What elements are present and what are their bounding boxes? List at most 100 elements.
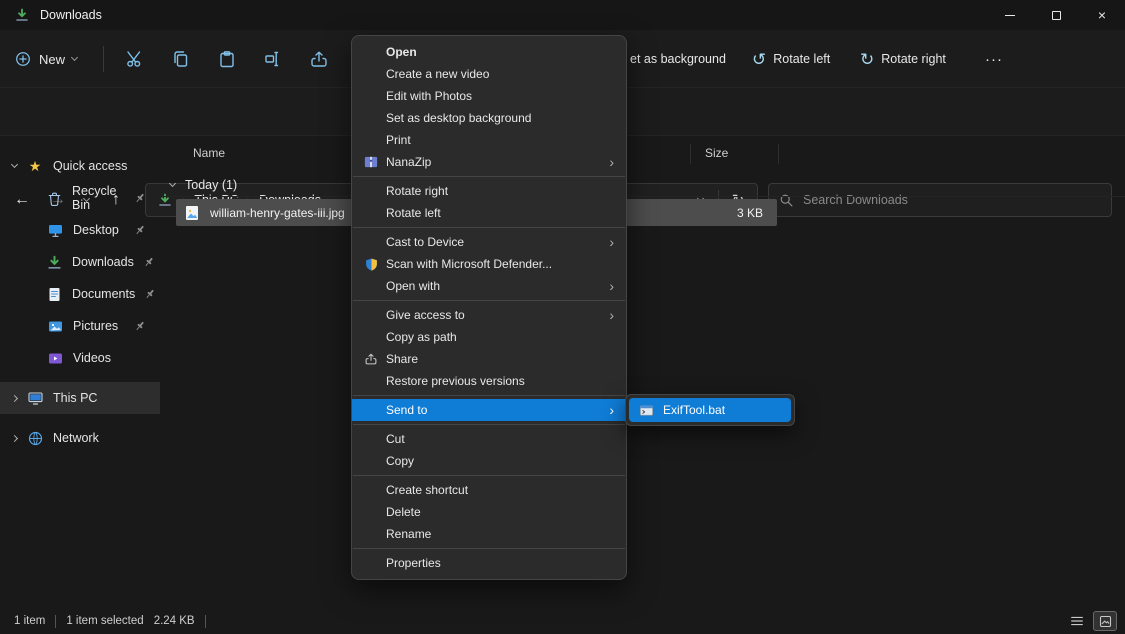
menu-item-label: Rename	[386, 527, 431, 541]
menu-separator	[353, 227, 625, 228]
menu-item-restore-previous-versions[interactable]: Restore previous versions	[352, 370, 626, 392]
sidebar-item-this-pc[interactable]: This PC	[0, 382, 160, 414]
item-count: 1 item	[14, 615, 45, 627]
nanazip-icon	[362, 154, 380, 170]
copy-button[interactable]	[158, 39, 204, 79]
sidebar-item-label: Recycle Bin	[72, 184, 125, 212]
menu-item-rotate-right[interactable]: Rotate right	[352, 180, 626, 202]
minimize-button[interactable]	[987, 0, 1033, 30]
pin-icon	[134, 192, 146, 204]
rotate-left-button[interactable]: ↺ Rotate left	[752, 30, 830, 88]
menu-item-properties[interactable]: Properties	[352, 552, 626, 574]
menu-item-label: Rotate left	[386, 206, 441, 220]
group-label: Today (1)	[185, 178, 237, 192]
rotate-left-label: Rotate left	[773, 52, 830, 66]
rotate-right-icon: ↻	[860, 51, 874, 68]
menu-item-label: Restore previous versions	[386, 374, 525, 388]
menu-item-label: Send to	[386, 403, 427, 417]
menu-item-edit-with-photos[interactable]: Edit with Photos	[352, 85, 626, 107]
rotate-right-button[interactable]: ↻ Rotate right	[860, 30, 946, 88]
maximize-button[interactable]	[1033, 0, 1079, 30]
pin-icon	[134, 224, 146, 236]
set-as-background-label: et as background	[630, 52, 726, 66]
menu-item-cast-to-device[interactable]: Cast to Device ›	[352, 231, 626, 253]
sidebar-item-desktop[interactable]: Desktop	[0, 214, 160, 246]
submenu-arrow-icon: ›	[609, 279, 614, 293]
column-divider[interactable]	[690, 144, 691, 164]
paste-icon	[217, 49, 237, 69]
toolbar-icon-group	[112, 30, 342, 88]
cut-button[interactable]	[112, 39, 158, 79]
search-box[interactable]	[768, 183, 1112, 217]
share-button[interactable]	[296, 39, 342, 79]
menu-item-create-a-new-video[interactable]: Create a new video	[352, 63, 626, 85]
toolbar-divider	[103, 46, 104, 72]
this-pc-icon	[26, 390, 44, 407]
menu-item-send-to[interactable]: Send to ›	[352, 399, 626, 421]
file-size: 3 KB	[737, 206, 763, 220]
star-icon: ★	[26, 159, 44, 173]
downloads-icon	[46, 254, 63, 271]
network-icon	[26, 430, 44, 447]
menu-item-share[interactable]: Share	[352, 348, 626, 370]
sidebar-item-videos[interactable]: Videos	[0, 342, 160, 374]
details-view-icon	[1069, 613, 1085, 629]
sidebar-item-recycle-bin[interactable]: Recycle Bin	[0, 182, 160, 214]
sidebar-item-documents[interactable]: Documents	[0, 278, 160, 310]
sidebar-item-quick-access[interactable]: ★ Quick access	[0, 150, 160, 182]
submenu-item-exiftool[interactable]: ExifTool.bat	[629, 398, 791, 422]
navigation-pane: ★ Quick access Recycle Bin	[0, 140, 160, 608]
maximize-icon	[1052, 11, 1061, 20]
menu-item-label: NanaZip	[386, 155, 431, 169]
menu-item-set-as-desktop-background[interactable]: Set as desktop background	[352, 107, 626, 129]
large-icons-view-button[interactable]	[1093, 611, 1117, 631]
title-bar: Downloads ×	[0, 0, 1125, 30]
menu-item-label: Scan with Microsoft Defender...	[386, 257, 552, 271]
status-divider	[55, 615, 56, 628]
menu-separator	[353, 300, 625, 301]
sidebar-item-downloads[interactable]: Downloads	[0, 246, 160, 278]
menu-item-delete[interactable]: Delete	[352, 501, 626, 523]
paste-button[interactable]	[204, 39, 250, 79]
menu-item-label: Delete	[386, 505, 421, 519]
share-icon	[362, 352, 380, 366]
menu-item-print[interactable]: Print	[352, 129, 626, 151]
more-options-button[interactable]: ···	[985, 30, 1003, 88]
menu-item-open[interactable]: Open	[352, 41, 626, 63]
menu-separator	[353, 424, 625, 425]
menu-item-copy-as-path[interactable]: Copy as path	[352, 326, 626, 348]
new-button[interactable]: New	[14, 30, 77, 88]
column-size[interactable]: Size	[705, 146, 728, 160]
details-view-button[interactable]	[1065, 611, 1089, 631]
copy-icon	[171, 49, 191, 69]
column-name[interactable]: Name	[193, 146, 225, 160]
menu-separator	[353, 395, 625, 396]
downloads-folder-icon	[14, 7, 30, 23]
large-icons-view-icon	[1098, 614, 1113, 629]
close-button[interactable]: ×	[1079, 0, 1125, 30]
menu-item-nanazip[interactable]: NanaZip ›	[352, 151, 626, 173]
group-header-today[interactable]: Today (1)	[160, 174, 237, 196]
menu-item-copy[interactable]: Copy	[352, 450, 626, 472]
menu-item-give-access-to[interactable]: Give access to ›	[352, 304, 626, 326]
selection-count: 1 item selected	[66, 615, 143, 627]
menu-item-rename[interactable]: Rename	[352, 523, 626, 545]
menu-item-scan-with-defender[interactable]: Scan with Microsoft Defender...	[352, 253, 626, 275]
rename-button[interactable]	[250, 39, 296, 79]
menu-item-cut[interactable]: Cut	[352, 428, 626, 450]
column-divider[interactable]	[778, 144, 779, 164]
menu-item-rotate-left[interactable]: Rotate left	[352, 202, 626, 224]
sidebar-item-network[interactable]: Network	[0, 422, 160, 454]
sidebar-item-label: Desktop	[73, 223, 119, 237]
sidebar-item-label: Downloads	[72, 255, 134, 269]
sidebar-item-label: Pictures	[73, 319, 118, 333]
menu-item-label: Copy as path	[386, 330, 457, 344]
menu-item-create-shortcut[interactable]: Create shortcut	[352, 479, 626, 501]
menu-item-label: Rotate right	[386, 184, 448, 198]
set-as-background-button[interactable]: et as background	[630, 30, 726, 88]
menu-item-open-with[interactable]: Open with ›	[352, 275, 626, 297]
pin-icon	[134, 320, 146, 332]
sidebar-item-pictures[interactable]: Pictures	[0, 310, 160, 342]
plus-circle-icon	[14, 50, 32, 68]
sidebar-item-label: Videos	[73, 351, 111, 365]
